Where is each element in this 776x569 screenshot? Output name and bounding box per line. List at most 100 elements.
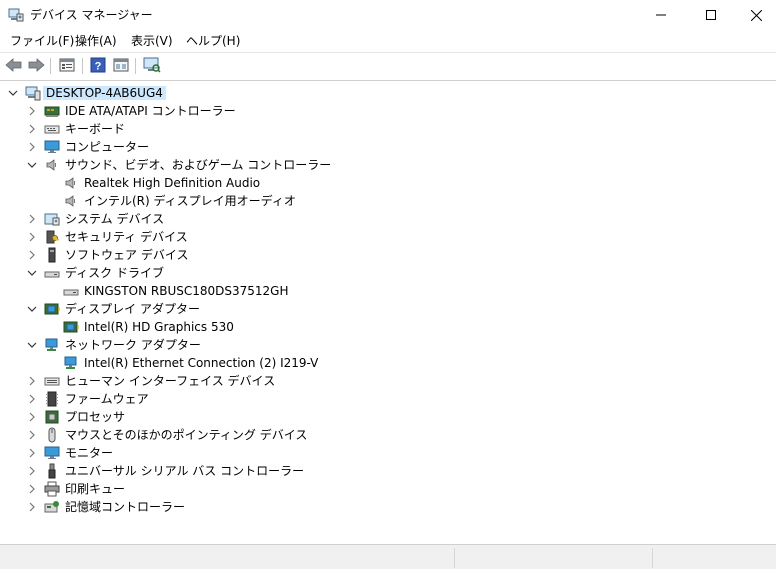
- back-button[interactable]: [5, 57, 23, 75]
- tree-item-label: サウンド、ビデオ、およびゲーム コントローラー: [65, 158, 332, 172]
- menu-file[interactable]: ファイル(F): [8, 33, 76, 49]
- chevron-right-icon[interactable]: [26, 212, 38, 226]
- chevron-down-icon[interactable]: [26, 266, 38, 280]
- disk-drive-icon: [63, 283, 79, 299]
- properties-button[interactable]: [58, 57, 76, 75]
- tree-item-label: マウスとそのほかのポインティング デバイス: [65, 428, 308, 442]
- tree-category[interactable]: マウスとそのほかのポインティング デバイス: [0, 426, 776, 444]
- tree-item-label: セキュリティ デバイス: [65, 230, 188, 244]
- close-button[interactable]: [733, 0, 776, 30]
- tree-device[interactable]: Intel(R) Ethernet Connection (2) I219-V: [0, 354, 776, 372]
- system-device-icon: [44, 211, 60, 227]
- chevron-right-icon[interactable]: [26, 410, 38, 424]
- chevron-right-icon[interactable]: [26, 248, 38, 262]
- speaker-icon: [63, 193, 79, 209]
- tree-category[interactable]: IDE ATA/ATAPI コントローラー: [0, 102, 776, 120]
- tree-category[interactable]: システム デバイス: [0, 210, 776, 228]
- printer-icon: [44, 481, 60, 497]
- chevron-right-icon[interactable]: [26, 464, 38, 478]
- view-icon: [113, 57, 129, 76]
- chevron-right-icon[interactable]: [26, 104, 38, 118]
- chevron-right-icon[interactable]: [26, 230, 38, 244]
- tree-category[interactable]: コンピューター: [0, 138, 776, 156]
- tree-category[interactable]: サウンド、ビデオ、およびゲーム コントローラー: [0, 156, 776, 174]
- chevron-right-icon[interactable]: [26, 446, 38, 460]
- tree-category[interactable]: キーボード: [0, 120, 776, 138]
- help-icon: ?: [90, 57, 106, 76]
- firmware-icon: [44, 391, 60, 407]
- back-arrow-icon: [5, 57, 23, 76]
- tree-category[interactable]: ヒューマン インターフェイス デバイス: [0, 372, 776, 390]
- network-adapter-icon: [44, 337, 60, 353]
- maximize-icon: [706, 10, 716, 20]
- title-bar: デバイス マネージャー: [0, 0, 776, 30]
- chevron-down-icon[interactable]: [26, 302, 38, 316]
- tree-category[interactable]: ユニバーサル シリアル バス コントローラー: [0, 462, 776, 480]
- svg-text:?: ?: [95, 60, 102, 72]
- menu-help[interactable]: ヘルプ(H): [184, 33, 242, 49]
- menu-action[interactable]: 操作(A): [73, 33, 119, 49]
- keyboard-icon: [44, 121, 60, 137]
- tree-device[interactable]: Intel(R) HD Graphics 530: [0, 318, 776, 336]
- tree-category[interactable]: ソフトウェア デバイス: [0, 246, 776, 264]
- tree-item-label: ファームウェア: [65, 392, 149, 406]
- tree-item-label: ディスク ドライブ: [65, 266, 164, 280]
- chevron-right-icon[interactable]: [26, 428, 38, 442]
- tree-category[interactable]: ディスク ドライブ: [0, 264, 776, 282]
- chevron-right-icon[interactable]: [26, 482, 38, 496]
- minimize-button[interactable]: [638, 0, 684, 30]
- chevron-down-icon[interactable]: [26, 338, 38, 352]
- speaker-icon: [44, 157, 60, 173]
- device-tree: DESKTOP-4AB6UG4 IDE ATA/ATAPI コントローラーキーボ…: [0, 80, 776, 545]
- forward-button[interactable]: [27, 57, 45, 75]
- scan-hardware-button[interactable]: [143, 57, 161, 75]
- tree-item-label: IDE ATA/ATAPI コントローラー: [65, 104, 236, 118]
- software-device-icon: [44, 247, 60, 263]
- device-manager-icon: [8, 7, 24, 23]
- minimize-icon: [656, 10, 666, 20]
- tree-category[interactable]: プロセッサ: [0, 408, 776, 426]
- tree-category[interactable]: 記憶域コントローラー: [0, 498, 776, 516]
- status-bar: [0, 544, 776, 569]
- tree-item-label: ソフトウェア デバイス: [65, 248, 189, 262]
- tree-item-label: ネットワーク アダプター: [65, 338, 201, 352]
- tree-category[interactable]: 印刷キュー: [0, 480, 776, 498]
- status-separator: [454, 548, 455, 568]
- monitor-icon: [44, 445, 60, 461]
- status-separator: [652, 548, 653, 568]
- menu-bar: ファイル(F) 操作(A) 表示(V) ヘルプ(H): [0, 30, 776, 52]
- tree-item-label: ヒューマン インターフェイス デバイス: [65, 374, 276, 388]
- maximize-button[interactable]: [688, 0, 734, 30]
- tree-category[interactable]: セキュリティ デバイス: [0, 228, 776, 246]
- chevron-right-icon[interactable]: [26, 140, 38, 154]
- help-button[interactable]: ?: [89, 57, 107, 75]
- toolbar-separator: [135, 58, 136, 74]
- chevron-right-icon[interactable]: [26, 392, 38, 406]
- properties-icon: [59, 57, 75, 76]
- tree-category[interactable]: ディスプレイ アダプター: [0, 300, 776, 318]
- chevron-right-icon[interactable]: [26, 500, 38, 514]
- view-button[interactable]: [112, 57, 130, 75]
- hid-icon: [44, 373, 60, 389]
- chevron-down-icon[interactable]: [7, 86, 19, 100]
- tree-category[interactable]: ネットワーク アダプター: [0, 336, 776, 354]
- chevron-down-icon[interactable]: [26, 158, 38, 172]
- tree-device[interactable]: Realtek High Definition Audio: [0, 174, 776, 192]
- display-adapter-icon: [63, 319, 79, 335]
- ide-controller-icon: [44, 103, 60, 119]
- chevron-right-icon[interactable]: [26, 122, 38, 136]
- menu-view[interactable]: 表示(V): [129, 33, 175, 49]
- chevron-right-icon[interactable]: [26, 374, 38, 388]
- toolbar-separator: [50, 58, 51, 74]
- tree-item-label: コンピューター: [65, 140, 150, 154]
- tree-device[interactable]: インテル(R) ディスプレイ用オーディオ: [0, 192, 776, 210]
- tree-item-label: モニター: [65, 446, 114, 460]
- tree-device[interactable]: KINGSTON RBUSC180DS37512GH: [0, 282, 776, 300]
- tree-root[interactable]: DESKTOP-4AB6UG4: [0, 84, 776, 102]
- tree-category[interactable]: ファームウェア: [0, 390, 776, 408]
- disk-drive-icon: [44, 265, 60, 281]
- tree-category[interactable]: モニター: [0, 444, 776, 462]
- storage-controller-icon: [44, 499, 60, 515]
- toolbar-separator: [82, 58, 83, 74]
- display-adapter-icon: [44, 301, 60, 317]
